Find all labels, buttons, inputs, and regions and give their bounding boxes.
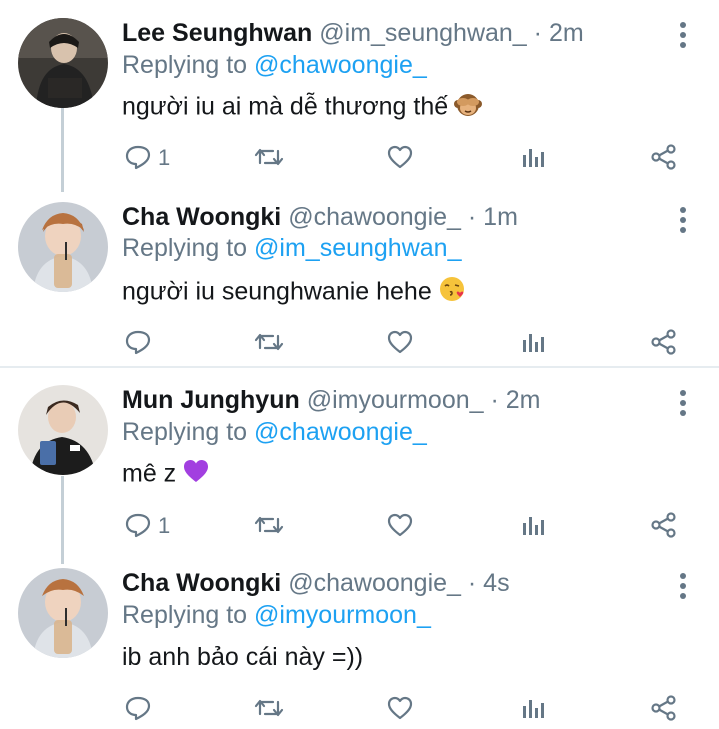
retweet-button[interactable] xyxy=(254,328,284,358)
retweet-icon xyxy=(254,333,284,351)
analytics-button[interactable] xyxy=(519,143,547,173)
tweet-text-content: mê z xyxy=(122,459,177,488)
reply-button[interactable]: 1 xyxy=(124,511,174,541)
separator-dot: · xyxy=(533,19,542,47)
replying-to: Replying to @chawoongie_ xyxy=(122,50,427,80)
like-button[interactable] xyxy=(386,328,414,358)
more-icon[interactable] xyxy=(677,20,689,50)
avatar[interactable] xyxy=(18,18,108,108)
timestamp[interactable]: 2m xyxy=(506,386,541,414)
reply-icon xyxy=(125,513,151,538)
like-icon xyxy=(387,696,413,720)
analytics-icon xyxy=(523,700,544,718)
like-button[interactable] xyxy=(386,694,414,724)
separator-dot: · xyxy=(490,386,499,414)
user-handle[interactable]: @chawoongie_ xyxy=(288,569,461,597)
reply-icon xyxy=(125,696,151,721)
tweet-4[interactable]: Cha Woongki @chawoongie_ · 4s Replying t… xyxy=(0,553,719,729)
user-handle[interactable]: @im_seunghwan_ xyxy=(319,19,526,47)
display-name[interactable]: Cha Woongki xyxy=(122,203,281,231)
tweet-2[interactable]: Cha Woongki @chawoongie_ · 1m Replying t… xyxy=(0,185,719,365)
tweet-text: mê z xyxy=(122,457,210,493)
share-icon xyxy=(651,695,676,721)
share-icon xyxy=(651,144,676,170)
analytics-icon xyxy=(523,149,544,167)
reply-button[interactable]: 1 xyxy=(124,143,174,173)
more-icon[interactable] xyxy=(677,205,689,235)
user-handle[interactable]: @imyourmoon_ xyxy=(307,386,484,414)
mention-link[interactable]: @im_seunghwan_ xyxy=(254,234,461,262)
retweet-icon xyxy=(254,699,284,717)
thread-line xyxy=(61,108,64,192)
reply-count: 1 xyxy=(158,145,171,170)
avatar[interactable] xyxy=(18,568,108,658)
share-button[interactable] xyxy=(650,694,678,724)
mention-link[interactable]: @imyourmoon_ xyxy=(254,601,431,629)
tweet-1[interactable]: Lee Seunghwan @im_seunghwan_ · 2m Replyi… xyxy=(0,0,719,192)
tweet-header: Lee Seunghwan @im_seunghwan_ · 2m xyxy=(122,18,584,48)
share-button[interactable] xyxy=(650,511,678,541)
user-handle[interactable]: @chawoongie_ xyxy=(288,203,461,231)
reply-button[interactable] xyxy=(124,328,174,358)
mention-link[interactable]: @chawoongie_ xyxy=(254,418,427,446)
share-button[interactable] xyxy=(650,328,678,358)
timestamp[interactable]: 1m xyxy=(483,203,518,231)
avatar[interactable] xyxy=(18,202,108,292)
reply-count: 1 xyxy=(158,513,171,538)
tweet-header: Cha Woongki @chawoongie_ · 1m xyxy=(122,202,518,232)
display-name[interactable]: Mun Junghyun xyxy=(122,386,300,414)
share-icon xyxy=(651,512,676,538)
display-name[interactable]: Lee Seunghwan xyxy=(122,19,312,47)
tweet-header: Cha Woongki @chawoongie_ · 4s xyxy=(122,568,510,598)
thread-line xyxy=(61,476,64,564)
reply-icon xyxy=(125,330,151,355)
retweet-button[interactable] xyxy=(254,143,284,173)
tweet-text-content: người iu seunghwanie hehe xyxy=(122,277,432,306)
replying-label: Replying to xyxy=(122,51,248,79)
analytics-button[interactable] xyxy=(519,328,547,358)
avatar[interactable] xyxy=(18,385,108,475)
reply-button[interactable] xyxy=(124,694,174,724)
retweet-button[interactable] xyxy=(254,511,284,541)
replying-to: Replying to @im_seunghwan_ xyxy=(122,233,461,263)
tweet-header: Mun Junghyun @imyourmoon_ · 2m xyxy=(122,385,541,415)
like-button[interactable] xyxy=(386,511,414,541)
mention-link[interactable]: @chawoongie_ xyxy=(254,51,427,79)
separator-dot: · xyxy=(467,569,477,597)
like-icon xyxy=(387,330,413,354)
more-icon[interactable] xyxy=(677,388,689,418)
analytics-icon xyxy=(523,517,544,535)
replying-to: Replying to @imyourmoon_ xyxy=(122,600,431,630)
replying-label: Replying to xyxy=(122,601,248,629)
separator-dot: · xyxy=(467,203,477,231)
share-button[interactable] xyxy=(650,143,678,173)
more-icon[interactable] xyxy=(677,571,689,601)
tweet-text-content: ib anh bảo cái này =)) xyxy=(122,643,364,671)
like-button[interactable] xyxy=(386,143,414,173)
analytics-button[interactable] xyxy=(519,694,547,724)
timestamp[interactable]: 2m xyxy=(549,19,584,47)
tweet-text: ib anh bảo cái này =)) xyxy=(122,641,363,673)
tweet-text: người iu ai mà dễ thương thế xyxy=(122,90,483,126)
analytics-button[interactable] xyxy=(519,511,547,541)
tweet-text: người iu seunghwanie hehe xyxy=(122,275,466,311)
purple-heart-icon xyxy=(182,457,210,493)
reply-icon xyxy=(125,145,151,170)
timestamp[interactable]: 4s xyxy=(483,569,509,597)
retweet-icon xyxy=(254,148,284,166)
share-icon xyxy=(651,329,676,355)
tweet-3[interactable]: Mun Junghyun @imyourmoon_ · 2m Replying … xyxy=(0,368,719,564)
like-icon xyxy=(387,145,413,169)
display-name[interactable]: Cha Woongki xyxy=(122,569,281,597)
retweet-icon xyxy=(254,516,284,534)
see-no-evil-monkey-icon xyxy=(454,90,483,126)
retweet-button[interactable] xyxy=(254,694,284,724)
tweet-text-content: người iu ai mà dễ thương thế xyxy=(122,92,449,121)
face-blowing-kiss-icon xyxy=(438,275,466,311)
like-icon xyxy=(387,513,413,537)
analytics-icon xyxy=(523,334,544,352)
replying-label: Replying to xyxy=(122,418,248,446)
replying-to: Replying to @chawoongie_ xyxy=(122,417,427,447)
replying-label: Replying to xyxy=(122,234,248,262)
